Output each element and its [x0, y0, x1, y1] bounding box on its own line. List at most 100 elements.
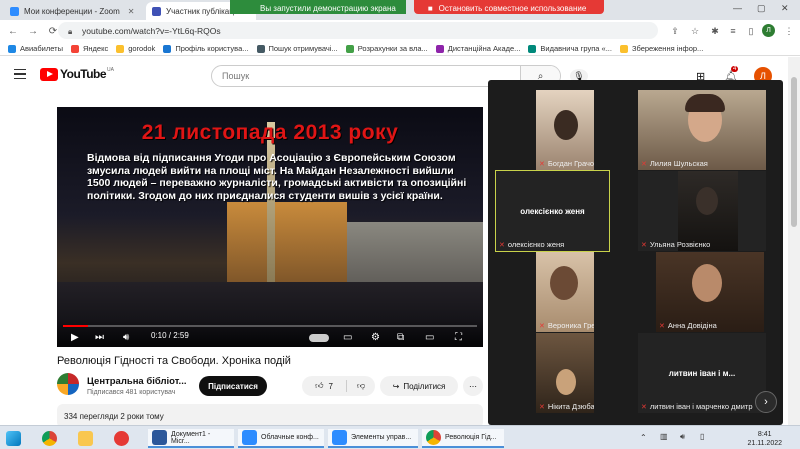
stop-share-label: Остановить совместное использование	[438, 3, 587, 13]
participant-tile[interactable]: ✕ Нікита Дзюба	[536, 333, 594, 413]
bookmark-item[interactable]: Збереження інфор...	[619, 44, 703, 53]
page-scrollbar[interactable]	[788, 57, 800, 425]
bookmark-item[interactable]: Видавнича група «...	[528, 44, 612, 53]
bookmark-star-icon[interactable]: ☆	[688, 24, 702, 38]
participant-tile[interactable]: ✕Вероника Гречка	[536, 252, 594, 332]
menu-icon[interactable]	[14, 69, 26, 79]
volume-tray-icon[interactable]: 🔊︎	[680, 432, 685, 442]
taskbar-zoom-controls[interactable]: Элементы управ...	[328, 429, 418, 448]
scrollbar-thumb[interactable]	[791, 77, 797, 227]
dislike-button[interactable]: 👎︎	[347, 381, 375, 391]
bookmark-item[interactable]: Розрахунки за вла...	[345, 44, 428, 53]
video-scene-monument	[267, 122, 275, 282]
plane-icon	[8, 44, 16, 53]
chevron-right-icon: ›	[764, 396, 768, 408]
progress-fill	[63, 325, 88, 327]
taskbar-label: Облачные конф...	[261, 434, 319, 441]
participant-tile[interactable]: олексієнко женя ✕ олексієнко женя	[495, 170, 610, 252]
close-icon[interactable]: ✕	[128, 7, 135, 16]
volume-icon[interactable]: 🔊︎	[123, 331, 129, 343]
sidebar-icon[interactable]: ▯	[744, 24, 758, 38]
share-page-icon[interactable]: ⇪	[668, 24, 682, 38]
taskbar-chrome-window[interactable]: Революція Гід...	[422, 429, 504, 448]
maximize-icon[interactable]: ▢	[757, 3, 766, 14]
bookmark-item[interactable]: Авиабилеты	[8, 44, 63, 53]
participant-name: ✕ литвин іван і марченко дмитр	[641, 402, 753, 411]
bookmark-label: Авиабилеты	[20, 44, 63, 53]
participant-name: ✕ Богдан Грачов	[539, 159, 594, 168]
video-title: Революція Гідності та Свободи. Хроніка п…	[57, 355, 291, 367]
screen-share-banner: Вы запустили демонстрацию экрана ■ Остан…	[230, 0, 605, 14]
miniplayer-icon[interactable]: ⧉	[397, 331, 404, 343]
like-dislike-group: 👍︎ 7 👎︎	[302, 376, 375, 396]
share-button[interactable]: ↪ Поділитися	[380, 376, 458, 396]
participant-tile[interactable]: ✕ Анна Довідіна	[656, 252, 764, 332]
progress-bar[interactable]	[63, 325, 477, 327]
reading-list-icon[interactable]: ≡	[726, 24, 740, 38]
fullscreen-icon[interactable]: ⛶	[455, 331, 462, 343]
next-page-button[interactable]: ›	[755, 391, 777, 413]
word-icon	[152, 430, 167, 445]
channel-name[interactable]: Центральна бібліот...	[87, 376, 186, 387]
tab-label: Мои конференции - Zoom	[24, 6, 120, 16]
search-page-icon	[256, 44, 265, 53]
participant-tile[interactable]: ✕ Ульяна Розвієнко	[638, 171, 766, 251]
minimize-icon[interactable]: —	[733, 3, 742, 13]
bookmark-label: Пошук отримувачі...	[268, 44, 338, 53]
stop-share-button[interactable]: ■ Остановить совместное использование	[413, 0, 605, 14]
bookmark-item[interactable]: gorodok	[116, 44, 155, 53]
youtube-logo[interactable]: YouTube UA	[40, 67, 114, 81]
subscribe-button[interactable]: Підписатися	[199, 376, 267, 396]
view-count-date: 334 перегляди 2 роки тому	[64, 412, 164, 421]
back-icon[interactable]: ←	[6, 24, 20, 38]
bookmark-item[interactable]: Профіль користува...	[163, 44, 249, 53]
video-overlay-text: Відмова від підписання Угоди про Асоціац…	[87, 152, 467, 202]
taskbar-zoom-cloud[interactable]: Облачные конф...	[238, 429, 324, 448]
channel-avatar[interactable]	[57, 373, 79, 395]
taskbar-chrome[interactable]	[42, 429, 61, 448]
bookmark-item[interactable]: Пошук отримувачі...	[256, 44, 338, 53]
profile-avatar[interactable]: Л	[762, 24, 775, 37]
system-clock[interactable]: 8:41 21.11.2022	[747, 430, 782, 448]
tab-zoom-meetings[interactable]: Мои конференции - Zoom ✕	[4, 2, 144, 20]
time-display: 0:10 / 2:59	[151, 331, 189, 340]
share-status-label: Вы запустили демонстрацию экрана	[260, 3, 396, 13]
menu-kebab-icon[interactable]: ⋮	[782, 24, 796, 38]
extensions-icon[interactable]: ✱	[708, 24, 722, 38]
taskbar-opera[interactable]	[114, 429, 133, 448]
like-count: 7	[328, 381, 333, 391]
muted-mic-icon: ✕	[641, 241, 647, 249]
window-close-icon[interactable]: ✕	[781, 3, 789, 14]
settings-gear-icon[interactable]: ⚙	[371, 331, 380, 343]
network-icon[interactable]: ▥	[660, 432, 668, 441]
subscriber-count: Підписався 481 користувач	[87, 389, 176, 396]
captions-icon[interactable]: ▭	[343, 331, 352, 343]
taskbar-word[interactable]: Документ1 - Micr...	[148, 429, 234, 448]
language-icon[interactable]: ▯	[700, 432, 704, 441]
autoplay-toggle[interactable]	[309, 334, 329, 342]
play-icon[interactable]: ▶	[71, 331, 79, 343]
forward-icon[interactable]: →	[26, 24, 40, 38]
taskbar-label: Элементы управ...	[351, 434, 412, 441]
browser-toolbar: ← → ⟳ 🔒︎ youtube.com/watch?v=-YtL6q-RQOs…	[0, 20, 800, 42]
participant-tile[interactable]: литвин іван і м... ✕ литвин іван і марчен…	[638, 333, 766, 413]
bookmark-item[interactable]: Яндекс	[70, 44, 108, 53]
folder-icon	[116, 44, 125, 53]
more-actions-button[interactable]: ⋯	[463, 376, 483, 396]
zoom-icon	[242, 430, 257, 445]
participant-tile[interactable]: ✕ Лилия Шульская	[638, 90, 766, 170]
address-bar[interactable]: 🔒︎ youtube.com/watch?v=-YtL6q-RQOs	[58, 22, 658, 39]
camera-person	[692, 264, 722, 302]
camera-person	[550, 266, 578, 300]
taskbar-explorer[interactable]	[78, 429, 97, 448]
next-icon[interactable]: ⏭︎	[95, 331, 104, 343]
start-button[interactable]	[6, 429, 25, 448]
muted-mic-icon: ✕	[659, 322, 665, 330]
video-player[interactable]: 21 листопада 2013 року Відмова від підпи…	[57, 107, 483, 347]
like-button[interactable]: 👍︎ 7	[302, 380, 347, 392]
bookmark-label: Видавнича група «...	[540, 44, 612, 53]
tray-up-icon[interactable]: ⌃	[640, 433, 647, 442]
participant-tile[interactable]: ✕ Богдан Грачов	[536, 90, 594, 170]
bookmark-item[interactable]: Дистанційна Акаде...	[435, 44, 520, 53]
theater-mode-icon[interactable]: ▭	[425, 331, 434, 343]
